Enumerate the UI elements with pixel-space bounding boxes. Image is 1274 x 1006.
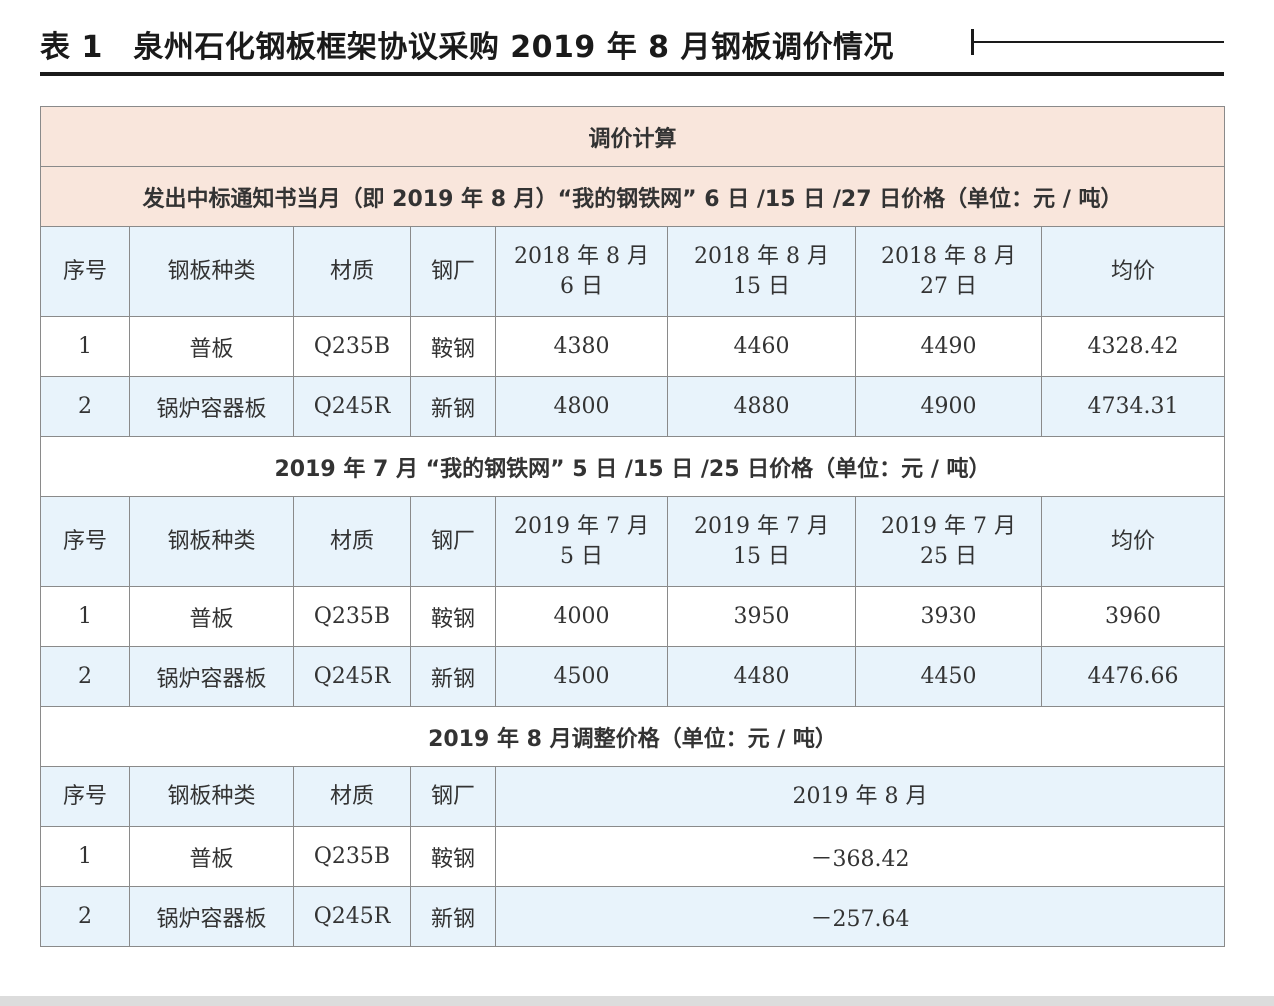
header-cell: 材质 — [293, 766, 411, 827]
table-cell: 鞍钢 — [410, 586, 496, 647]
table-cell: 1 — [40, 586, 130, 647]
table-caption-row: 调价计算 — [39, 106, 1226, 167]
title-underline — [40, 72, 1224, 76]
header-cell: 均价 — [1040, 496, 1226, 587]
table-cell: 普板 — [129, 316, 294, 377]
table-cell: 4734.31 — [1040, 376, 1226, 437]
section-title-row: 2019 年 8 月调整价格（单位：元 / 吨） — [39, 706, 1226, 767]
table-cell: Q245R — [293, 376, 411, 437]
table-cell: Q235B — [293, 586, 411, 647]
header-cell: 钢板种类 — [129, 226, 294, 317]
table-cell: 1 — [40, 826, 130, 887]
table-cell: 4000 — [495, 586, 668, 647]
table-caption: 调价计算 — [39, 106, 1226, 167]
table-cell: 鞍钢 — [410, 826, 496, 887]
table-cell: 4380 — [495, 316, 668, 377]
table-cell: Q235B — [293, 826, 411, 887]
table-cell: 锅炉容器板 — [129, 646, 294, 707]
table-cell: 4900 — [855, 376, 1042, 437]
header-cell: 均价 — [1040, 226, 1226, 317]
table-cell: 普板 — [129, 826, 294, 887]
table-cell: 4328.42 — [1040, 316, 1226, 377]
section-title: 2019 年 7 月 “我的钢铁网” 5 日 /15 日 /25 日价格（单位：… — [39, 436, 1226, 497]
table-cell: －257.64 — [494, 886, 1226, 947]
table-cell: 4490 — [855, 316, 1042, 377]
header-cell: 2019 年 7 月 25 日 — [855, 496, 1042, 587]
header-cell: 序号 — [40, 226, 130, 317]
table-cell: 2 — [40, 646, 130, 707]
header-row: 序号 钢板种类 材质 钢厂 2019 年 8 月 — [40, 766, 1226, 827]
header-cell: 2018 年 8 月 27 日 — [855, 226, 1042, 317]
price-adjustment-table: 调价计算 发出中标通知书当月（即 2019 年 8 月）“我的钢铁网” 6 日 … — [39, 106, 1226, 947]
section-title-row: 2019 年 7 月 “我的钢铁网” 5 日 /15 日 /25 日价格（单位：… — [39, 436, 1226, 497]
header-cell: 钢厂 — [410, 496, 496, 587]
table-cell: 2 — [40, 376, 130, 437]
section-title: 2019 年 8 月调整价格（单位：元 / 吨） — [39, 706, 1226, 767]
table-row: 1 普板 Q235B 鞍钢 4000 3950 3930 3960 — [40, 586, 1226, 647]
header-cell: 序号 — [40, 766, 130, 827]
table-row: 2 锅炉容器板 Q245R 新钢 4800 4880 4900 4734.31 — [40, 376, 1226, 437]
table-cell: 4450 — [855, 646, 1042, 707]
table-cell: 普板 — [129, 586, 294, 647]
header-cell: 材质 — [293, 496, 411, 587]
header-cell: 2018 年 8 月 15 日 — [667, 226, 856, 317]
header-cell: 钢厂 — [410, 766, 496, 827]
header-cell: 钢板种类 — [129, 496, 294, 587]
header-cell: 2019 年 7 月 5 日 — [495, 496, 668, 587]
table-cell: －368.42 — [494, 826, 1226, 887]
table-cell: 新钢 — [410, 886, 496, 947]
table-cell: 新钢 — [410, 376, 496, 437]
table-cell: 4476.66 — [1040, 646, 1226, 707]
table-cell: Q245R — [293, 646, 411, 707]
header-cell: 2019 年 8 月 — [494, 766, 1226, 827]
table-cell: 鞍钢 — [410, 316, 496, 377]
header-cell: 序号 — [40, 496, 130, 587]
table-cell: 1 — [40, 316, 130, 377]
table-cell: 新钢 — [410, 646, 496, 707]
section-title: 发出中标通知书当月（即 2019 年 8 月）“我的钢铁网” 6 日 /15 日… — [39, 166, 1226, 227]
table-cell: 4500 — [495, 646, 668, 707]
title-thin-rule — [974, 41, 1224, 43]
table-cell: 3960 — [1040, 586, 1226, 647]
header-row: 序号 钢板种类 材质 钢厂 2018 年 8 月 6 日 2018 年 8 月 … — [40, 226, 1226, 317]
table-cell: Q235B — [293, 316, 411, 377]
table-cell: 4480 — [667, 646, 856, 707]
header-cell: 2018 年 8 月 6 日 — [495, 226, 668, 317]
table-cell: 4880 — [667, 376, 856, 437]
section-title-row: 发出中标通知书当月（即 2019 年 8 月）“我的钢铁网” 6 日 /15 日… — [39, 166, 1226, 227]
table-row: 1 普板 Q235B 鞍钢 4380 4460 4490 4328.42 — [40, 316, 1226, 377]
table-cell: Q245R — [293, 886, 411, 947]
header-cell: 钢板种类 — [129, 766, 294, 827]
table-cell: 3950 — [667, 586, 856, 647]
table-cell: 锅炉容器板 — [129, 376, 294, 437]
table-cell: 4460 — [667, 316, 856, 377]
header-cell: 材质 — [293, 226, 411, 317]
window-bottom-edge — [0, 996, 1274, 1006]
table-row: 1 普板 Q235B 鞍钢 －368.42 — [40, 826, 1226, 887]
table-cell: 4800 — [495, 376, 668, 437]
header-cell: 钢厂 — [410, 226, 496, 317]
header-row: 序号 钢板种类 材质 钢厂 2019 年 7 月 5 日 2019 年 7 月 … — [40, 496, 1226, 587]
table-cell: 2 — [40, 886, 130, 947]
table-cell: 锅炉容器板 — [129, 886, 294, 947]
header-cell: 2019 年 7 月 15 日 — [667, 496, 856, 587]
table-title: 表 1 泉州石化钢板框架协议采购 2019 年 8 月钢板调价情况 — [40, 30, 894, 65]
table-cell: 3930 — [855, 586, 1042, 647]
table-row: 2 锅炉容器板 Q245R 新钢 －257.64 — [40, 886, 1226, 947]
table-row: 2 锅炉容器板 Q245R 新钢 4500 4480 4450 4476.66 — [40, 646, 1226, 707]
table-title-bar: 表 1 泉州石化钢板框架协议采购 2019 年 8 月钢板调价情况 — [40, 18, 1224, 66]
